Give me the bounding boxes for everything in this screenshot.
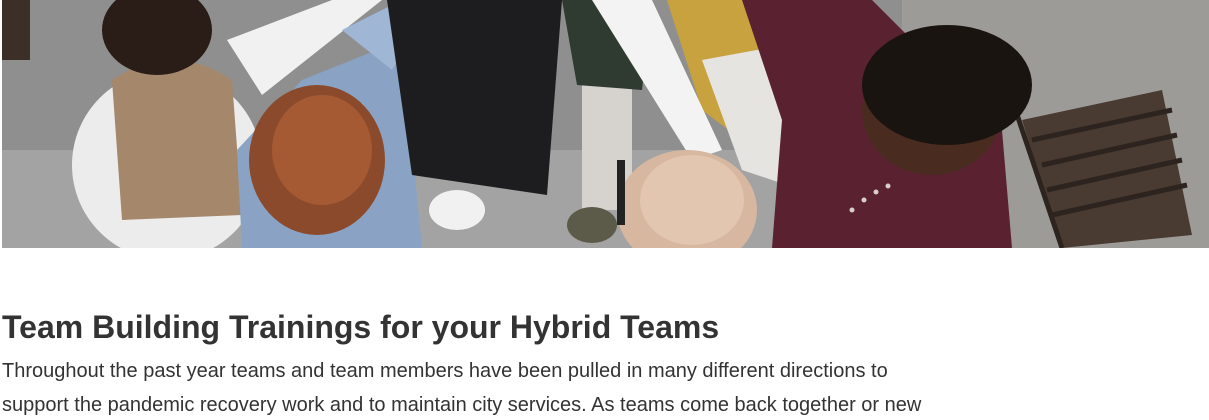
article-title: Team Building Trainings for your Hybrid … [2,309,720,345]
article-body-line: Throughout the past year teams and team … [2,360,888,382]
article-body: Throughout the past year teams and team … [2,354,1209,420]
hero-image [2,0,1209,248]
article: Team Building Trainings for your Hybrid … [2,308,1209,420]
hero-photo-illustration [2,0,1209,248]
page: Team Building Trainings for your Hybrid … [0,0,1209,420]
article-body-line: support the pandemic recovery work and t… [2,394,922,416]
